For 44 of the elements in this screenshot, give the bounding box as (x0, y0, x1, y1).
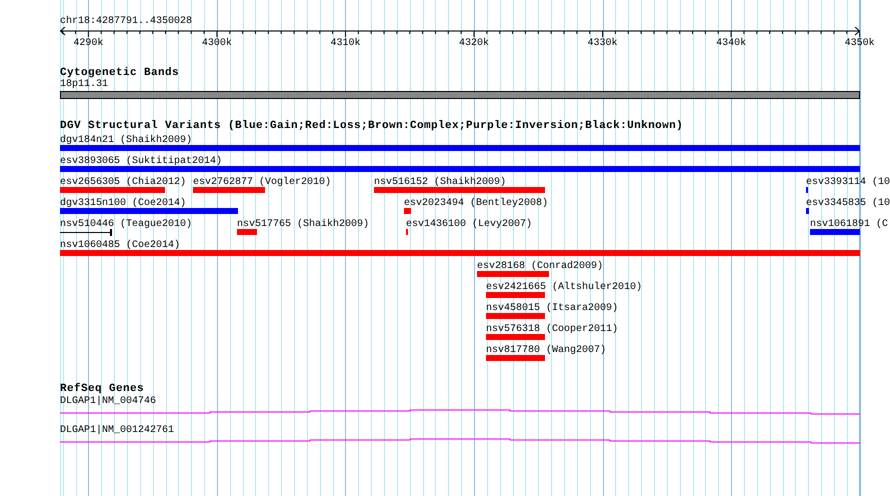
band-label: 18p11.31 (60, 79, 108, 90)
transcript-label: DLGAP1|NM_001242761 (60, 425, 174, 436)
tick-label: 4350k (844, 38, 875, 49)
variant-bar (486, 292, 545, 298)
variant-label: esv28168 (Conrad2009) (477, 261, 604, 272)
variant-bar (810, 229, 860, 235)
variant-label: esv2762877 (Vogler2010) (193, 177, 332, 188)
tick-label: 4290k (73, 38, 104, 49)
position-label: chr18:4287791..4350028 (60, 16, 192, 27)
variant-bar (806, 208, 809, 214)
variant-label: esv3393114 (10 (806, 177, 890, 188)
variant-bar (486, 313, 545, 319)
variant-label: esv3345835 (10 (806, 198, 890, 209)
variant-line (60, 229, 112, 236)
tick-label: 4300k (202, 38, 232, 49)
variant-bar (477, 271, 549, 277)
variant-bar (193, 187, 265, 193)
variant-label: nsv1061891 (C (810, 219, 888, 230)
variant-label: esv1436100 (Levy2007) (406, 219, 532, 230)
variant-bar (486, 355, 545, 361)
tick-label: 4320k (459, 38, 490, 49)
variant-label: nsv817780 (Wang2007) (486, 345, 606, 356)
variant-label: esv2656305 (Chia2012) (60, 177, 186, 188)
tick-label: 4340k (716, 38, 746, 49)
tick-label: 4330k (588, 38, 618, 49)
tick-label: 4310k (330, 38, 360, 49)
variant-label: nsv458015 (Itsara2009) (486, 303, 618, 314)
track-title: Cytogenetic Bands (60, 67, 180, 79)
variant-label: dgv3315n100 (Coe2014) (60, 198, 186, 209)
variant-label: nsv1060485 (Coe2014) (60, 240, 180, 251)
variant-bar (404, 208, 411, 214)
variant-label: dgv184n21 (Shaikh2009) (60, 135, 192, 146)
track-title: RefSeq Genes (60, 383, 144, 395)
track-title: DGV Structural Variants (Blue:Gain;Red:Loss;Brown:Complex;Purple:Inversion;Black:Unknown) (60, 120, 684, 132)
variant-bar (486, 334, 545, 340)
transcript-label: DLGAP1|NM_004746 (60, 396, 156, 407)
variant-label: esv3893065 (Suktitipat2014) (60, 156, 222, 167)
variant-label: nsv510446 (Teague2010) (60, 219, 192, 230)
variant-label: nsv516152 (Shaikh2009) (374, 177, 506, 188)
variant-label: esv2421665 (Altshuler2010) (486, 282, 642, 293)
variant-label: nsv517765 (Shaikh2009) (237, 219, 370, 230)
variant-label: esv2023494 (Bentley2008) (404, 198, 548, 209)
variant-label: nsv576318 (Cooper2011) (486, 324, 618, 335)
variant-bar (237, 229, 257, 235)
